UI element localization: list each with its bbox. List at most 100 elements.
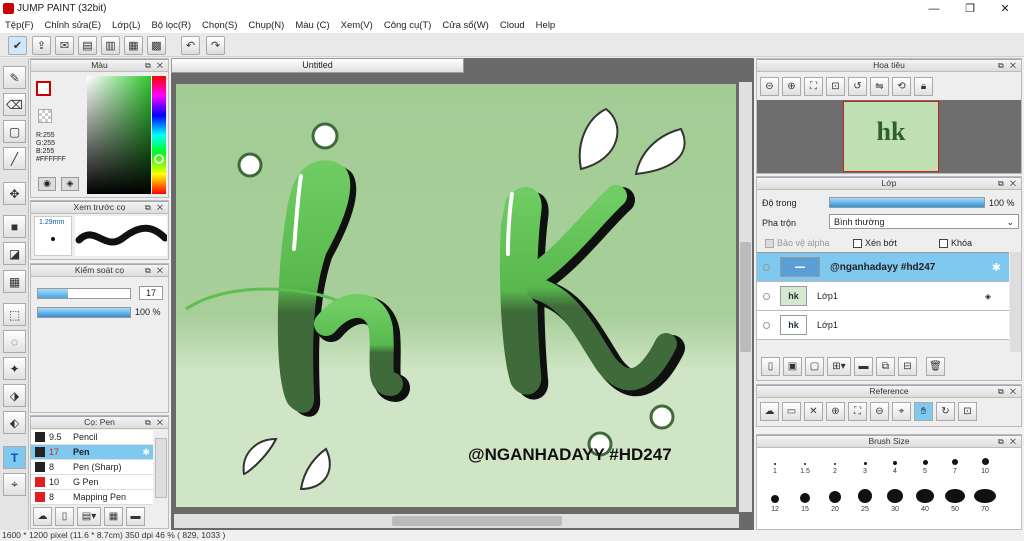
brush-size-cell[interactable]: 70 (969, 489, 1001, 513)
eyedropper-icon[interactable]: ⌖ (892, 402, 911, 421)
fullscreen-icon[interactable]: ⊡ (958, 402, 977, 421)
brush-size-cell[interactable]: 25 (849, 489, 881, 513)
brush-item-mapping-pen[interactable]: 8 Mapping Pen (31, 490, 153, 505)
brush-copy-icon[interactable]: ▦ (104, 507, 123, 526)
menu-capture[interactable]: Chụp(N) (248, 20, 284, 31)
actual-size-icon[interactable]: ⊡ (826, 77, 845, 96)
eraser-tool-icon[interactable]: ⌫ (3, 93, 26, 116)
brush-size-cell[interactable]: 4 (879, 451, 911, 475)
magic-wand-tool-icon[interactable]: ✦ (3, 357, 26, 380)
delete-layer-icon[interactable]: 🗑︎ (926, 357, 945, 376)
bucket-tool-icon[interactable]: ◪ (3, 242, 26, 265)
menu-edit[interactable]: Chỉnh sửa(E) (45, 20, 102, 31)
panel-close-icon[interactable]: ⧉ ✕ (145, 265, 165, 276)
reference-cloud-icon[interactable]: ☁ (760, 402, 779, 421)
brush-size-cell[interactable]: 1.5 (789, 451, 821, 475)
color-set-icon[interactable]: ◈ (61, 177, 79, 191)
brush-opacity-slider[interactable] (37, 307, 131, 318)
brush-item-pencil[interactable]: 9.5 Pencil (31, 430, 153, 445)
vertical-scroll-thumb[interactable] (740, 242, 751, 352)
brush-size-slider[interactable] (37, 288, 131, 299)
panel-close-icon[interactable]: ⧉ ✕ (998, 436, 1018, 447)
brush-list-scrollbar[interactable] (155, 438, 167, 498)
brush-item-pen-sharp[interactable]: 8 Pen (Sharp) (31, 460, 153, 475)
restore-button[interactable]: ❐ (953, 0, 987, 17)
panel-close-icon[interactable]: ⧉ ✕ (998, 386, 1018, 397)
move-tool-icon[interactable]: ✥ (3, 182, 26, 205)
panel-close-icon[interactable]: ⧉ ✕ (145, 60, 165, 71)
brush-size-cell[interactable]: 15 (789, 489, 821, 513)
layer-item-1[interactable]: hk Lớp1 ◈ (757, 282, 1009, 311)
grid-icon[interactable]: ▩ (147, 36, 166, 55)
navigator-thumbnail[interactable]: hk (843, 101, 939, 172)
visibility-icon[interactable] (763, 292, 770, 300)
settings-gear-icon[interactable]: ✱ (142, 447, 150, 458)
visibility-icon[interactable] (763, 263, 770, 271)
line-tool-icon[interactable]: ╱ (3, 147, 26, 170)
redo-icon[interactable]: ↷ (206, 36, 225, 55)
lasso-tool-icon[interactable]: ◌ (3, 330, 26, 353)
zoom-out-icon[interactable]: ⊖ (760, 77, 779, 96)
brush-size-cell[interactable]: 12 (759, 489, 791, 513)
menu-layer[interactable]: Lớp(L) (112, 20, 140, 31)
zoom-in-icon[interactable]: ⊕ (826, 402, 845, 421)
brush-size-cell[interactable]: 2 (819, 451, 851, 475)
foreground-color-swatch[interactable] (36, 81, 51, 96)
brush-size-input[interactable]: 17 (139, 286, 163, 300)
brush-size-cell[interactable]: 30 (879, 489, 911, 513)
hue-slider[interactable] (152, 76, 166, 194)
select-rect-tool-icon[interactable]: ⬚ (3, 303, 26, 326)
layer-list-scrollbar[interactable] (1010, 252, 1021, 352)
panel-close-icon[interactable]: ⧉ ✕ (998, 60, 1018, 71)
comment-icon[interactable]: ✉ (55, 36, 74, 55)
layer-menu-icon[interactable]: ⊞▾ (827, 357, 851, 376)
hand-icon[interactable]: ✋︎ (914, 402, 933, 421)
menu-tools[interactable]: Công cụ(T) (384, 20, 432, 31)
zoom-in-icon[interactable]: ⊕ (782, 77, 801, 96)
message-icon[interactable]: ▤ (78, 36, 97, 55)
open-folder-icon[interactable]: ▭ (782, 402, 801, 421)
new-vector-layer-icon[interactable]: ▢ (805, 357, 824, 376)
brush-size-cell[interactable]: 1 (759, 451, 791, 475)
close-button[interactable]: ✕ (988, 0, 1022, 17)
brush-size-cell[interactable]: 40 (909, 489, 941, 513)
horizontal-scroll-thumb[interactable] (392, 516, 562, 526)
brush-size-cell[interactable]: 50 (939, 489, 971, 513)
select-pen-tool-icon[interactable]: ⬗ (3, 384, 26, 407)
export-icon[interactable]: ⇪ (32, 36, 51, 55)
menu-color[interactable]: Màu (C) (295, 20, 329, 31)
rectangle-tool-icon[interactable]: ▢ (3, 120, 26, 143)
brush-menu-icon[interactable]: ▤▾ (77, 507, 101, 526)
check-icon[interactable]: ✔ (8, 36, 27, 55)
brush-item-g-pen[interactable]: 10 G Pen (31, 475, 153, 490)
brush-size-cell[interactable]: 20 (819, 489, 851, 513)
fit-icon[interactable]: ⛶ (848, 402, 867, 421)
canvas-horizontal-scrollbar[interactable] (174, 514, 739, 528)
layer-item-text[interactable]: ▬▬ @nganhadayy #hd247 ✱ (757, 253, 1009, 282)
eyedropper-tool-icon[interactable]: ⌖ (3, 473, 26, 496)
blend-mode-select[interactable]: Bình thường ⌄ (829, 214, 1019, 229)
close-reference-icon[interactable]: ✕ (804, 402, 823, 421)
brush-folder-icon[interactable]: ▬ (126, 507, 145, 526)
brush-size-cell[interactable]: 3 (849, 451, 881, 475)
lock-view-icon[interactable]: 🔒︎ (914, 77, 933, 96)
zoom-out-icon[interactable]: ⊖ (870, 402, 889, 421)
panel-close-icon[interactable]: ⧉ ✕ (998, 178, 1018, 189)
brush-size-cell[interactable]: 10 (969, 451, 1001, 475)
duplicate-layer-icon[interactable]: ⧉ (876, 357, 895, 376)
transparent-color-swatch[interactable] (38, 109, 52, 123)
palette-icon[interactable]: ◉ (38, 177, 56, 191)
new-brush-icon[interactable]: ▯ (55, 507, 74, 526)
menu-window[interactable]: Cửa sổ(W) (442, 20, 488, 31)
menu-view[interactable]: Xem(V) (341, 20, 373, 31)
visibility-icon[interactable] (763, 321, 770, 329)
rotate-icon[interactable]: ↻ (936, 402, 955, 421)
hue-handle[interactable] (154, 154, 164, 164)
document-icon[interactable]: ▦ (124, 36, 143, 55)
panel-close-icon[interactable]: ⧉ ✕ (145, 417, 165, 428)
artwork-canvas[interactable]: @NGANHADAYY #HD247 (176, 84, 736, 507)
select-eraser-tool-icon[interactable]: ⬖ (3, 411, 26, 434)
new-raster-layer-icon[interactable]: ▣ (783, 357, 802, 376)
brush-size-cell[interactable]: 5 (909, 451, 941, 475)
layer-item-2[interactable]: hk Lớp1 (757, 311, 1009, 340)
